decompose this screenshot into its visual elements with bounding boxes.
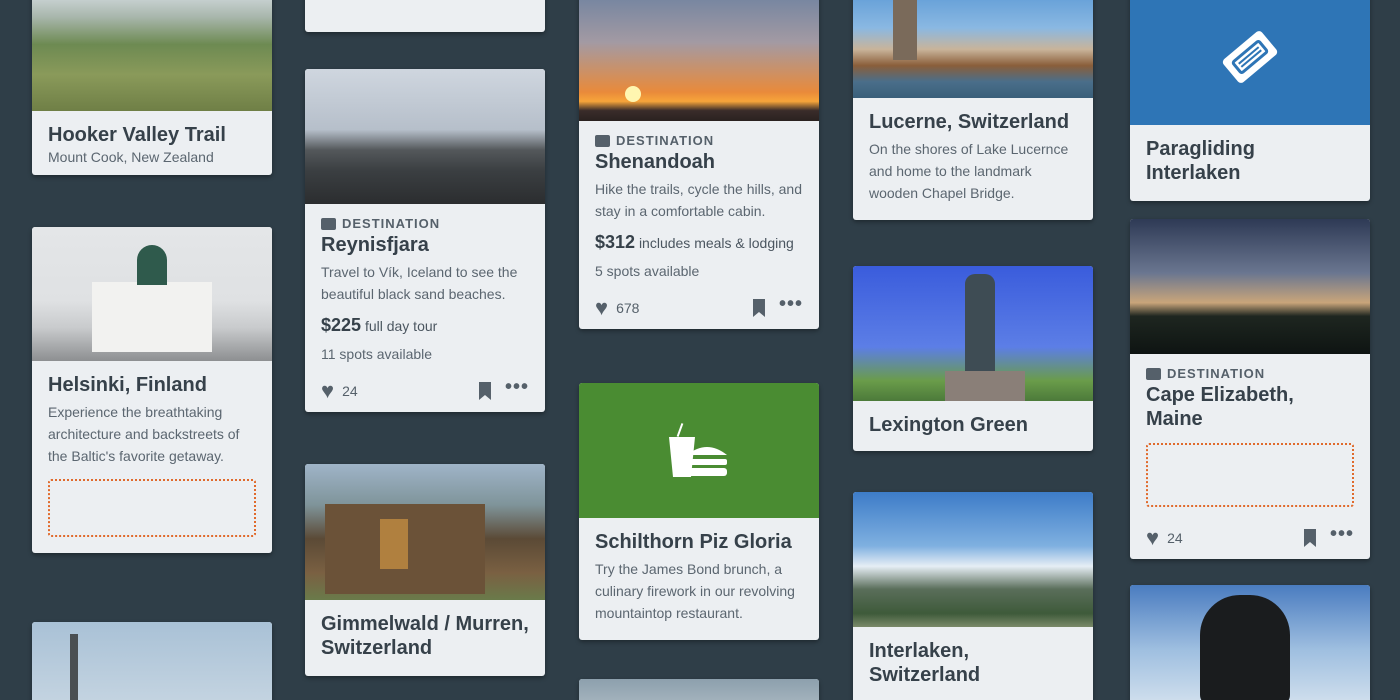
destination-badge: DESTINATION — [595, 133, 803, 148]
map-icon — [595, 134, 610, 147]
card-image — [305, 464, 545, 600]
heart-icon[interactable]: ♥ — [595, 297, 608, 319]
card-image — [305, 69, 545, 204]
card-image — [579, 679, 819, 700]
ticket-icon — [1222, 31, 1278, 83]
card-description: Experience the breathtaking architecture… — [48, 404, 240, 464]
destination-badge: DESTINATION — [1146, 366, 1354, 381]
card-title: Lucerne, Switzerland — [869, 111, 1070, 133]
card-schilthorn[interactable]: Schilthorn Piz Gloria Try the James Bond… — [579, 383, 819, 640]
card-image — [853, 266, 1093, 401]
placeholder-box — [1146, 443, 1354, 507]
card-title: Gimmelwald / Murren, Switzerland — [321, 613, 529, 659]
destination-badge: DESTINATION — [321, 216, 529, 231]
card-image — [1130, 219, 1370, 354]
ticket-tile — [1130, 0, 1370, 125]
card-title: Helsinki, Finland — [48, 374, 207, 396]
card-title: Schilthorn Piz Gloria — [595, 531, 792, 553]
card-image — [853, 492, 1093, 627]
card-helsinki[interactable]: Helsinki, Finland Experience the breatht… — [32, 227, 272, 553]
card-description: On the shores of Lake Lucernce and home … — [869, 141, 1069, 201]
heart-icon[interactable]: ♥ — [1146, 527, 1159, 549]
more-icon[interactable]: ••• — [779, 294, 803, 314]
card-image — [853, 0, 1093, 98]
card-obelisk[interactable] — [32, 622, 272, 700]
card-title: Paragliding Interlaken — [1146, 138, 1255, 184]
food-tile — [579, 383, 819, 518]
card-sculpture[interactable] — [1130, 585, 1370, 700]
card-title: Interlaken, Switzerland — [869, 640, 981, 686]
bookmark-icon[interactable] — [478, 382, 491, 400]
like-button[interactable]: ♥ 24 — [1146, 527, 1183, 549]
card-description: Travel to Vík, Iceland to see the beauti… — [321, 264, 518, 302]
more-icon[interactable]: ••• — [1330, 524, 1354, 544]
bookmark-icon[interactable] — [752, 299, 765, 317]
card-image — [579, 0, 819, 121]
card-title: Cape Elizabeth, Maine — [1146, 384, 1294, 430]
map-icon — [321, 217, 336, 230]
card-shenandoah[interactable]: DESTINATION Shenandoah Hike the trails, … — [579, 0, 819, 329]
card-title: Hooker Valley Trail — [48, 124, 226, 146]
more-icon[interactable]: ••• — [505, 377, 529, 397]
card-title: Lexington Green — [869, 414, 1028, 436]
spots-available: 5 spots available — [595, 263, 700, 279]
card-reynisfjara[interactable]: DESTINATION Reynisfjara Travel to Vík, I… — [305, 69, 545, 412]
card-image — [1130, 585, 1370, 700]
card-description: Try the James Bond brunch, a culinary fi… — [595, 561, 795, 621]
bookmark-icon[interactable] — [1303, 529, 1316, 547]
card-bottom-partial[interactable] — [579, 679, 819, 700]
spots-available: 11 spots available — [321, 346, 433, 362]
card-gimmelwald[interactable]: Gimmelwald / Murren, Switzerland — [305, 464, 545, 676]
like-count: 24 — [1167, 530, 1183, 546]
card-title: Reynisfjara — [321, 234, 429, 256]
card-hooker-valley[interactable]: Hooker Valley Trail Mount Cook, New Zeal… — [32, 0, 272, 175]
price: $312 includes meals & lodging — [595, 232, 794, 252]
price: $225 full day tour — [321, 315, 438, 335]
like-button[interactable]: ♥ 24 — [321, 380, 358, 402]
heart-icon[interactable]: ♥ — [321, 380, 334, 402]
card-description: Hike the trails, cycle the hills, and st… — [595, 181, 802, 219]
card-interlaken[interactable]: Interlaken, Switzerland — [853, 492, 1093, 700]
map-icon — [1146, 367, 1161, 380]
card-paragliding[interactable]: Paragliding Interlaken — [1130, 0, 1370, 201]
card-lucerne[interactable]: Lucerne, Switzerland On the shores of La… — [853, 0, 1093, 220]
like-count: 678 — [616, 300, 640, 316]
placeholder-box — [48, 479, 256, 537]
like-button[interactable]: ♥ 678 — [595, 297, 639, 319]
food-icon — [669, 423, 727, 477]
card-subtitle: Mount Cook, New Zealand — [48, 149, 214, 165]
card-image — [32, 622, 272, 700]
card-top-partial[interactable] — [305, 0, 545, 32]
card-image — [32, 227, 272, 361]
card-title: Shenandoah — [595, 151, 716, 173]
like-count: 24 — [342, 383, 358, 399]
card-cape-elizabeth[interactable]: DESTINATION Cape Elizabeth, Maine ♥ 24 ••… — [1130, 219, 1370, 559]
card-image — [32, 0, 272, 111]
card-lexington[interactable]: Lexington Green — [853, 266, 1093, 451]
